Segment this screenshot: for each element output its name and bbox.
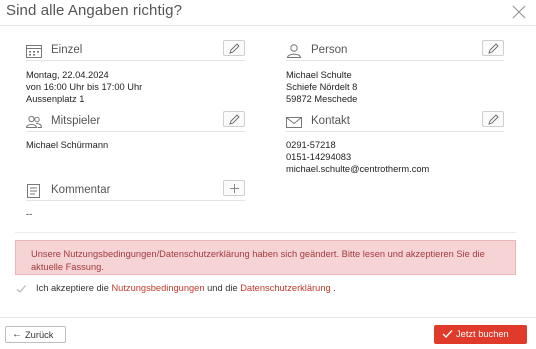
- edit-einzel-button[interactable]: [223, 40, 245, 56]
- close-button[interactable]: [510, 3, 528, 21]
- section-einzel-header: Einzel: [26, 40, 245, 61]
- accept-terms-text: Ich akzeptiere die Nutzungsbedingungen u…: [36, 283, 336, 293]
- dialog-header: Sind alle Angaben richtig?: [0, 0, 536, 26]
- einzel-date: Montag, 22.04.2024: [26, 70, 109, 80]
- person-street: Schiefe Nördelt 8: [286, 82, 358, 92]
- accept-middle: und die: [207, 283, 238, 293]
- user-icon: [286, 44, 302, 58]
- check-icon: [442, 330, 453, 338]
- back-button-label: Zurück: [25, 330, 54, 340]
- section-person-header: Person: [286, 40, 504, 61]
- dialog-title: Sind alle Angaben richtig?: [6, 2, 183, 19]
- pencil-icon: [488, 114, 499, 125]
- edit-person-button[interactable]: [482, 40, 504, 56]
- kontakt-phone: 0291-57218: [286, 140, 336, 150]
- kommentar-value: --: [26, 209, 33, 219]
- section-person-label: Person: [311, 44, 348, 56]
- calendar-icon: [26, 45, 42, 58]
- pencil-icon: [488, 43, 499, 54]
- kontakt-mobile: 0151-14294083: [286, 152, 352, 162]
- divider: [15, 232, 516, 233]
- edit-mitspieler-button[interactable]: [223, 111, 245, 127]
- section-mitspieler-label: Mitspieler: [51, 115, 101, 127]
- envelope-icon: [286, 117, 302, 128]
- accept-prefix: Ich akzeptiere die: [36, 283, 109, 293]
- mitspieler-details: Michael Schürmann: [26, 139, 108, 151]
- section-kommentar-label: Kommentar: [51, 184, 111, 196]
- section-kommentar-header: Kommentar: [26, 180, 245, 201]
- comment-icon: [27, 184, 40, 198]
- pencil-icon: [229, 114, 240, 125]
- privacy-link[interactable]: Datenschutzerklärung: [240, 283, 330, 293]
- users-icon: [26, 115, 42, 128]
- einzel-details: Montag, 22.04.2024 von 16:00 Uhr bis 17:…: [26, 69, 142, 105]
- einzel-court: Aussenplatz 1: [26, 94, 85, 104]
- book-now-label: Jetzt buchen: [456, 329, 509, 339]
- person-city: 59872 Meschede: [286, 94, 358, 104]
- add-kommentar-button[interactable]: [223, 180, 245, 196]
- accept-suffix: .: [333, 283, 336, 293]
- section-kontakt-header: Kontakt: [286, 111, 504, 132]
- kontakt-details: 0291-57218 0151-14294083 michael.schulte…: [286, 139, 429, 175]
- kontakt-email: michael.schulte@centrotherm.com: [286, 164, 430, 174]
- edit-kontakt-button[interactable]: [482, 111, 504, 127]
- person-details: Michael Schulte Schiefe Nördelt 8 59872 …: [286, 69, 357, 105]
- terms-link[interactable]: Nutzungsbedingungen: [111, 283, 204, 293]
- section-mitspieler-header: Mitspieler: [26, 111, 245, 132]
- plus-icon: [230, 184, 239, 193]
- close-icon: [512, 5, 526, 19]
- arrow-left-icon: ←: [12, 329, 22, 340]
- terms-changed-notice: Unsere Nutzungsbedingungen/Datenschutzer…: [15, 240, 516, 275]
- pencil-icon: [229, 43, 240, 54]
- book-now-button[interactable]: Jetzt buchen: [434, 325, 527, 344]
- section-einzel-label: Einzel: [51, 44, 83, 56]
- section-kontakt-label: Kontakt: [311, 115, 350, 127]
- einzel-time: von 16:00 Uhr bis 17:00 Uhr: [26, 82, 143, 92]
- accept-checkbox[interactable]: [15, 283, 27, 295]
- footer-divider: [0, 317, 536, 318]
- mitspieler-name: Michael Schürmann: [26, 140, 109, 150]
- person-name: Michael Schulte: [286, 70, 352, 80]
- back-button[interactable]: ← Zurück: [5, 326, 66, 343]
